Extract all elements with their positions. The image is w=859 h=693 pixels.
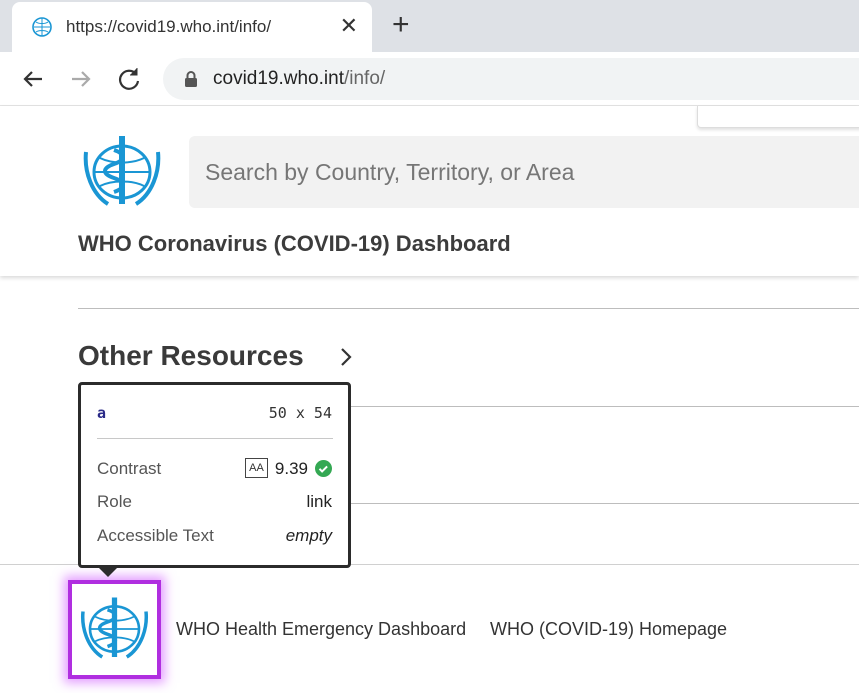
tooltip-role-value: link (306, 492, 332, 511)
dropdown-panel-edge (697, 106, 859, 128)
forward-icon[interactable] (66, 64, 96, 94)
tab-strip: https://covid19.who.int/info/ ✕ + (0, 0, 859, 52)
inspector-tooltip: a 50 x 54 Contrast AA 9.39 Role link Acc… (78, 382, 351, 568)
tooltip-accessible-value: empty (285, 526, 332, 545)
tooltip-contrast-value: 9.39 (274, 459, 308, 478)
footer-who-logo-link[interactable] (68, 580, 161, 679)
browser-tab[interactable]: https://covid19.who.int/info/ ✕ (12, 2, 372, 52)
tooltip-divider (97, 438, 333, 439)
tooltip-dimensions: 50 x 54 (268, 404, 332, 422)
url-text: covid19.who.int/info/ (213, 68, 385, 90)
section-title-other-resources[interactable]: Other Resources (78, 340, 304, 372)
browser-toolbar: covid19.who.int/info/ (0, 52, 859, 106)
who-logo-icon[interactable] (78, 132, 166, 212)
address-bar[interactable]: covid19.who.int/info/ (163, 58, 859, 100)
close-tab-icon[interactable]: ✕ (340, 13, 358, 39)
tooltip-arrow (96, 565, 120, 577)
tooltip-contrast-label: Contrast (97, 459, 162, 478)
tooltip-element-tag: a (97, 404, 107, 422)
who-logo-icon (81, 597, 148, 659)
who-favicon-icon (32, 17, 52, 37)
tab-title: https://covid19.who.int/info/ (66, 17, 272, 36)
contrast-aa-badge: AA (245, 458, 268, 478)
lock-icon[interactable] (183, 70, 199, 88)
url-host: covid19.who.int (213, 68, 344, 89)
search-input[interactable] (189, 136, 859, 208)
url-path: /info/ (343, 68, 386, 89)
tooltip-accessible-label: Accessible Text (97, 526, 214, 545)
divider (78, 308, 859, 309)
footer-link-health-emergency-dashboard[interactable]: WHO Health Emergency Dashboard (176, 619, 466, 640)
chevron-right-icon[interactable] (336, 345, 356, 369)
footer-link-covid-homepage[interactable]: WHO (COVID-19) Homepage (490, 619, 727, 640)
tooltip-role-label: Role (97, 492, 132, 511)
back-icon[interactable] (18, 64, 48, 94)
new-tab-icon[interactable]: + (392, 8, 410, 42)
check-circle-icon (315, 460, 332, 477)
dashboard-title: WHO Coronavirus (COVID-19) Dashboard (78, 231, 511, 256)
reload-icon[interactable] (114, 64, 144, 94)
